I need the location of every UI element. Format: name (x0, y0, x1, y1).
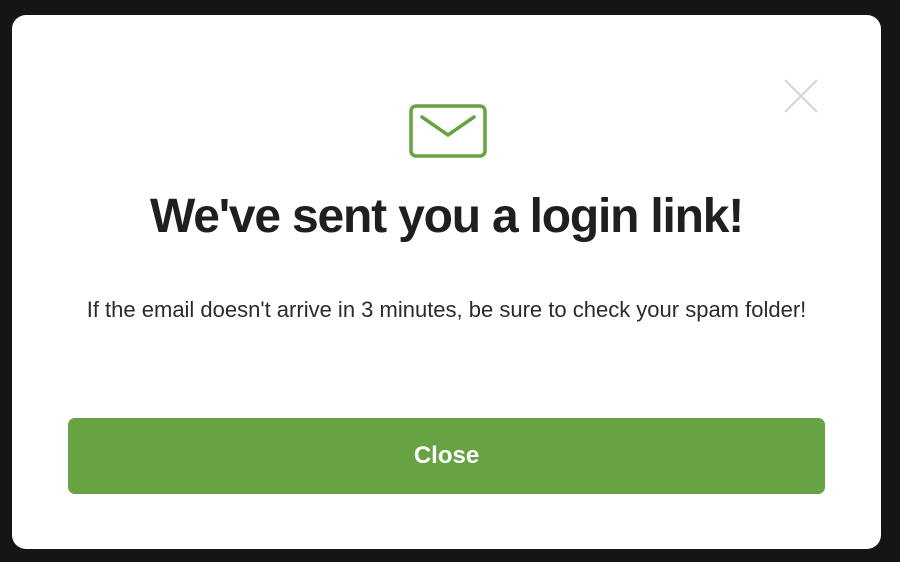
dialog-title: We've sent you a login link! (149, 190, 744, 243)
login-link-dialog: We've sent you a login link! If the emai… (12, 15, 881, 549)
close-icon[interactable] (782, 77, 820, 115)
dialog-message: If the email doesn't arrive in 3 minutes… (86, 297, 807, 322)
close-button[interactable]: Close (68, 418, 825, 494)
envelope-icon (409, 104, 487, 158)
